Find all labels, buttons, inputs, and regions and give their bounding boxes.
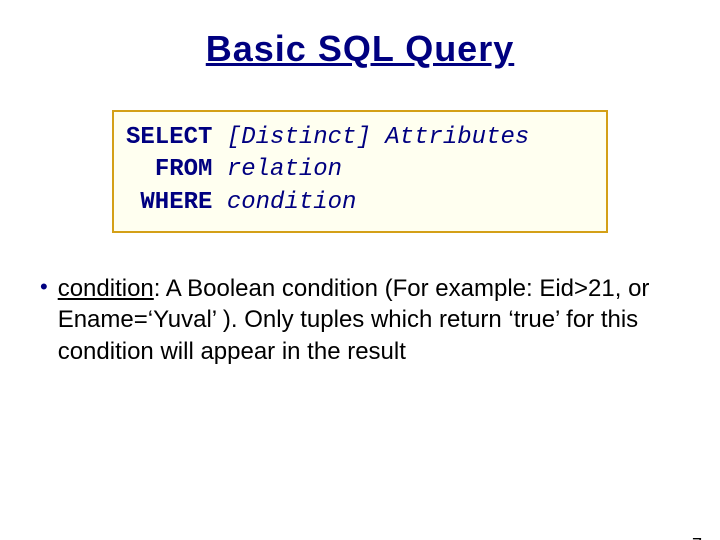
sql-line-select: SELECT [Distinct] Attributes — [126, 122, 594, 154]
distinct-option: [Distinct] — [227, 124, 371, 151]
condition-placeholder: condition — [227, 189, 357, 216]
sql-line-from: FROM relation — [126, 154, 594, 186]
bullet-list: • condition: A Boolean condition (For ex… — [40, 273, 680, 367]
bullet-item: • condition: A Boolean condition (For ex… — [40, 273, 680, 367]
sql-line-where: WHERE condition — [126, 187, 594, 219]
where-keyword: WHERE — [140, 189, 212, 216]
relation-placeholder: relation — [227, 156, 342, 183]
page-number: 7 — [692, 535, 702, 540]
bullet-term: condition — [58, 275, 154, 302]
from-keyword: FROM — [155, 156, 213, 183]
select-keyword: SELECT — [126, 124, 212, 151]
bullet-text: condition: A Boolean condition (For exam… — [58, 273, 680, 367]
slide-title: Basic SQL Query — [0, 28, 720, 70]
attributes-placeholder: Attributes — [385, 124, 529, 151]
bullet-marker: • — [40, 273, 48, 302]
sql-syntax-box: SELECT [Distinct] Attributes FROM relati… — [112, 110, 608, 233]
